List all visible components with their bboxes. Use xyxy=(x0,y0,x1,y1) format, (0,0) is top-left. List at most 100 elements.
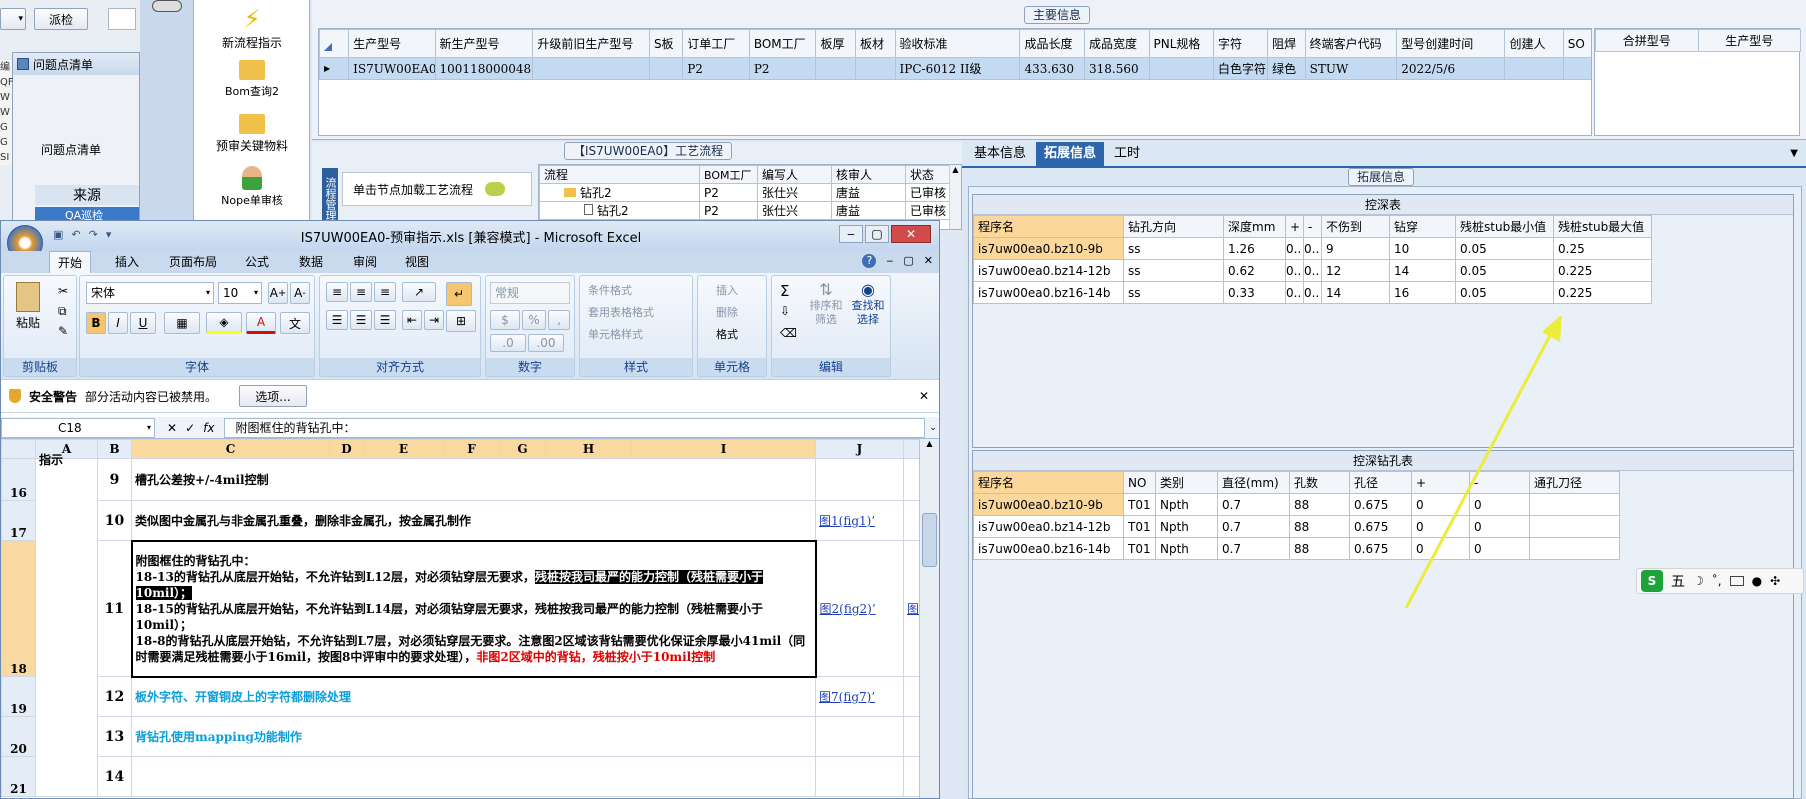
fill-icon[interactable]: ⇩ xyxy=(780,304,790,318)
column-header[interactable]: S板 xyxy=(648,29,684,58)
sogou-icon[interactable]: S xyxy=(1641,570,1663,592)
table-row[interactable]: ▶ IS7UW00EA010011800004879P2P2IPC-6012 I… xyxy=(319,57,1591,80)
column-header[interactable]: - xyxy=(1303,215,1322,238)
sort-filter-button[interactable]: ⇅ 排序和 筛选 xyxy=(808,280,844,327)
column-header[interactable]: 钻孔方向 xyxy=(1123,215,1224,238)
orientation-icon[interactable]: ↗ xyxy=(402,282,436,302)
cell-index[interactable]: 9 xyxy=(97,458,132,501)
close-icon[interactable]: ✕ xyxy=(919,389,929,403)
find-select-button[interactable]: ◉ 查找和 选择 xyxy=(848,280,888,327)
restore-icon[interactable]: ▢ xyxy=(903,254,913,268)
column-header[interactable]: 编写人 xyxy=(757,165,832,184)
close-icon[interactable]: ✕ xyxy=(924,254,933,268)
bold-icon[interactable]: B xyxy=(86,312,106,334)
row-header[interactable]: 16 xyxy=(1,458,36,501)
cell-text-selected[interactable]: 附图框住的背钻孔中： 18-13的背钻孔从底层开始钻，不允许钻到L12层，对必须… xyxy=(130,539,817,678)
cell-index[interactable]: 11 xyxy=(97,540,132,677)
help-icon[interactable]: ? xyxy=(862,254,877,268)
column-header[interactable]: 深度mm xyxy=(1223,215,1286,238)
options-button[interactable]: 选项... xyxy=(239,385,308,407)
column-header[interactable]: + xyxy=(1285,215,1304,238)
row-header[interactable]: 21 xyxy=(1,756,36,797)
cell-k[interactable] xyxy=(903,676,919,717)
name-box[interactable]: C18 ▾ xyxy=(1,417,155,438)
expand-icon[interactable]: ⌄ xyxy=(925,423,939,433)
cell-j[interactable]: 图7(fig7)’ xyxy=(815,676,904,717)
column-header[interactable]: 新生产型号 xyxy=(434,29,534,58)
tab-extended-info[interactable]: 拓展信息 xyxy=(1036,142,1105,166)
column-header[interactable]: 订单工厂 xyxy=(682,29,750,58)
column-header[interactable]: 成品宽度 xyxy=(1083,29,1150,58)
close-icon[interactable]: ✕ xyxy=(891,225,931,243)
menu-item-new-flow[interactable]: ⚡ 新流程指示 xyxy=(194,4,310,51)
cell-j[interactable] xyxy=(815,458,904,501)
table-row[interactable]: is7uw00ea0.bz16-14b ss 0.33 0.. 0.. 14 16 0.05 0… xyxy=(973,281,1652,304)
cell-text[interactable]: 背钻孔使用mapping功能制作 xyxy=(131,716,816,757)
cell-text[interactable]: 槽孔公差按+/-4mil控制 xyxy=(131,458,816,501)
tab-review[interactable]: 审阅 xyxy=(345,251,385,273)
column-header[interactable]: 阻焊 xyxy=(1267,29,1306,58)
column-header[interactable]: E xyxy=(363,439,444,459)
italic-icon[interactable]: I xyxy=(108,312,128,334)
column-header[interactable]: 直径(mm) xyxy=(1217,471,1290,494)
chevron-down-icon[interactable]: ▼ xyxy=(1790,148,1798,159)
row-header[interactable]: 20 xyxy=(1,716,36,757)
table-row[interactable]: is7uw00ea0.bz14-12b ss 0.62 0.. 0.. 12 14 0.05 0… xyxy=(973,259,1652,282)
column-header[interactable]: 残桩stub最小值 xyxy=(1455,215,1554,238)
autosum-icon[interactable]: Σ xyxy=(780,282,789,300)
format-button[interactable]: 格式 xyxy=(716,326,738,342)
cell-k[interactable] xyxy=(903,716,919,757)
formula-input[interactable]: 附图框住的背钻孔中： xyxy=(224,417,925,438)
column-header[interactable]: 生产型号 xyxy=(348,29,436,58)
fx-icon[interactable]: fx xyxy=(203,421,214,435)
column-header[interactable]: 字符 xyxy=(1213,29,1269,58)
column-header[interactable]: 验收标准 xyxy=(894,29,1021,58)
wrap-text-icon[interactable]: ↵ xyxy=(446,282,472,306)
cell-text[interactable] xyxy=(131,756,816,797)
row-header[interactable]: 19 xyxy=(1,676,36,717)
font-name-select[interactable]: 宋体 ▾ xyxy=(86,282,214,304)
table-row[interactable]: is7uw00ea0.bz10-9b ss 1.26 0.. 0.. 9 10 0.05 0.2… xyxy=(973,237,1652,260)
select-all[interactable] xyxy=(1,439,36,459)
table-format-button[interactable]: 套用表格格式 xyxy=(588,304,654,320)
cell-k[interactable] xyxy=(903,500,919,541)
column-header[interactable]: C xyxy=(131,439,330,459)
percent-icon[interactable]: % xyxy=(522,310,546,330)
column-header[interactable]: 孔数 xyxy=(1289,471,1350,494)
cut-icon[interactable]: ✂ xyxy=(58,284,68,298)
grid-icon[interactable]: ✣ xyxy=(1770,574,1780,588)
tab-formulas[interactable]: 公式 xyxy=(237,251,277,273)
delete-button[interactable]: 删除 xyxy=(716,304,738,320)
binoculars-icon[interactable] xyxy=(151,0,182,12)
column-header[interactable]: NO xyxy=(1123,471,1156,494)
column-header[interactable]: 型号创建时间 xyxy=(1396,29,1506,58)
insert-button[interactable]: 插入 xyxy=(716,282,738,298)
column-header[interactable]: 类别 xyxy=(1155,471,1218,494)
cell-k[interactable]: 图8(fig8)’ xyxy=(903,540,919,677)
scrollbar-thumb[interactable] xyxy=(922,513,937,567)
cell-k[interactable] xyxy=(903,756,919,797)
punctuation-icon[interactable]: ˚, xyxy=(1712,574,1722,588)
conditional-format-button[interactable]: 条件格式 xyxy=(588,282,632,298)
minimize-icon[interactable]: ‒ xyxy=(886,254,893,268)
column-header[interactable]: 核审人 xyxy=(831,165,906,184)
cell-k[interactable] xyxy=(903,458,919,501)
tree-scrollbar[interactable]: ▲ xyxy=(949,165,961,229)
column-header[interactable]: B xyxy=(97,439,132,459)
comma-icon[interactable]: , xyxy=(548,310,570,330)
column-header[interactable]: BOM工厂 xyxy=(748,29,817,58)
menu-item-bom-query[interactable]: Bom查询2 xyxy=(194,60,310,99)
tab-basic-info[interactable]: 基本信息 xyxy=(966,142,1034,166)
column-header[interactable]: F xyxy=(443,439,500,459)
cell-text[interactable]: 类似图中金属孔与非金属孔重叠，删除非金属孔，按金属孔制作 xyxy=(131,500,816,541)
column-header[interactable]: 流程 xyxy=(539,165,700,184)
column-header[interactable]: 不伤到 xyxy=(1321,215,1390,238)
align-top-icon[interactable]: ≡ xyxy=(326,282,348,302)
column-header[interactable]: 程序名 xyxy=(973,471,1124,494)
currency-icon[interactable]: $ xyxy=(490,310,520,330)
redo-icon[interactable]: ↷ xyxy=(89,228,98,241)
column-header[interactable]: 升级前旧生产型号 xyxy=(532,29,650,58)
tree-row[interactable]: 钻孔2 P2 张仕兴 唐益 已审核 xyxy=(539,201,952,220)
decrease-indent-icon[interactable]: ⇤ xyxy=(402,310,422,330)
customize-icon[interactable]: ▾ xyxy=(106,228,112,241)
